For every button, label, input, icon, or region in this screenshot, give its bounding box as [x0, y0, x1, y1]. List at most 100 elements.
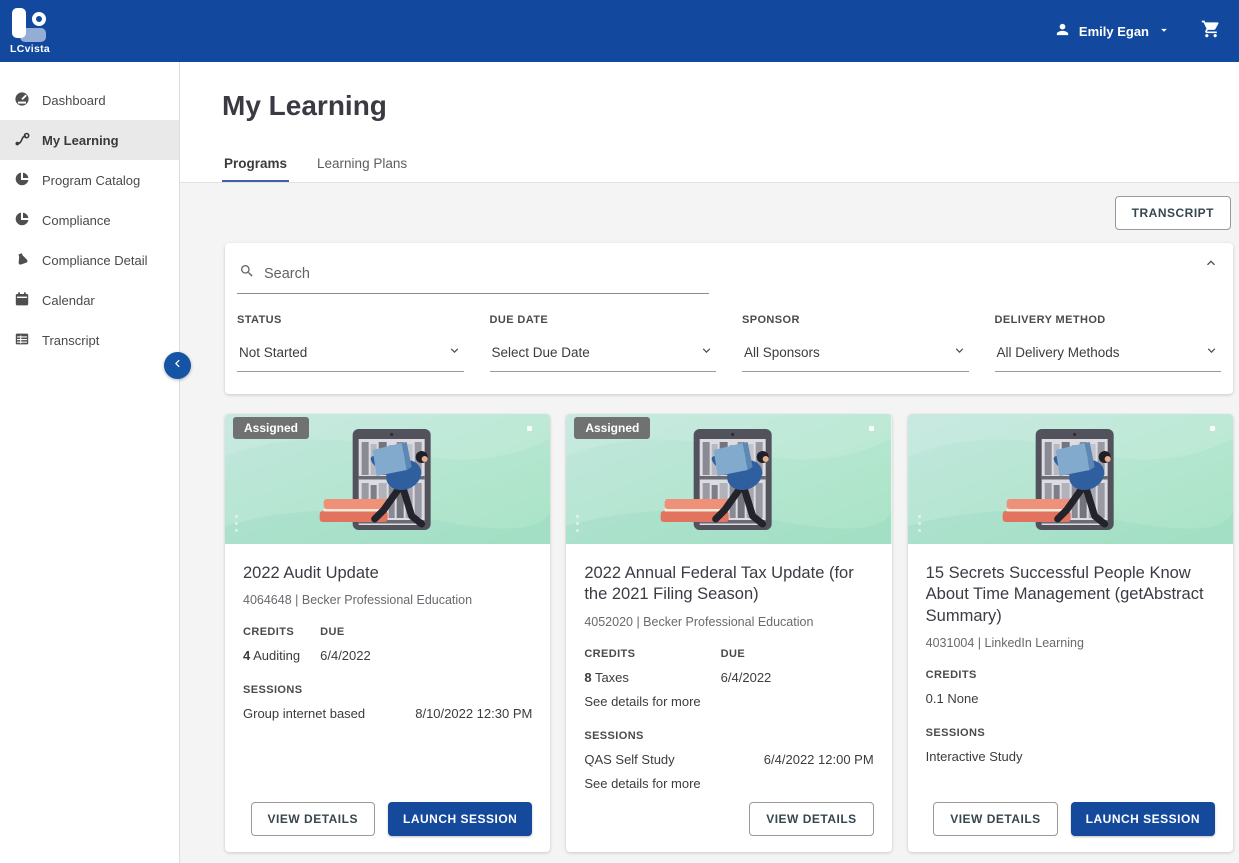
compliance-icon [14, 211, 30, 230]
sidebar-item-label: Compliance Detail [42, 253, 148, 268]
search-input[interactable] [264, 266, 707, 282]
sidebar-item-program-catalog[interactable]: Program Catalog [0, 160, 179, 200]
assigned-badge: Assigned [574, 417, 650, 439]
sidebar-item-calendar[interactable]: Calendar [0, 280, 179, 320]
course-card-grid: Assigned 2022 Audit Update 4064648 | Bec… [225, 414, 1233, 852]
due-value: 6/4/2022 [721, 670, 772, 685]
decorative-dots [918, 515, 921, 532]
credits-label: CREDITS [243, 626, 300, 638]
sessions-section: SESSIONS Interactive Study [926, 727, 1215, 764]
sidebar-item-my-learning[interactable]: My Learning [0, 120, 179, 160]
delivery-method-select[interactable]: All Delivery Methods [995, 341, 1222, 372]
user-icon [1054, 21, 1071, 41]
filter-collapse-button[interactable] [1203, 255, 1219, 276]
sessions-section: SESSIONS QAS Self Study 6/4/2022 12:00 P… [584, 730, 873, 791]
sidebar-item-label: Program Catalog [42, 173, 140, 188]
sessions-section: SESSIONS Group internet based 8/10/2022 … [243, 684, 532, 721]
chevron-left-icon [170, 356, 185, 376]
sidebar-item-compliance-detail[interactable]: Compliance Detail [0, 240, 179, 280]
launch-session-button[interactable]: LAUNCH SESSION [388, 802, 532, 836]
session-time: 6/4/2022 12:00 PM [764, 752, 874, 767]
lcvista-logo-text: LCvista [10, 43, 50, 55]
credits-section: CREDITS 0.1 None [926, 669, 979, 706]
sidebar-item-dashboard[interactable]: Dashboard [0, 80, 179, 120]
course-card: Assigned 2022 Annual Federal Tax Update … [566, 414, 891, 852]
credits-type: Auditing [253, 648, 300, 663]
top-bar: LCvista Emily Egan [0, 0, 1239, 62]
search-field[interactable] [237, 259, 709, 294]
card-corner-dot [869, 426, 874, 431]
sidebar-item-label: Compliance [42, 213, 111, 228]
credits-value: 4 [243, 648, 250, 663]
sessions-label: SESSIONS [926, 727, 1215, 739]
course-meta: 4064648 | Becker Professional Education [243, 593, 532, 607]
page-title: My Learning [222, 90, 1239, 122]
filter-delivery-method: DELIVERY METHOD All Delivery Methods [995, 314, 1222, 372]
decorative-dots [576, 515, 579, 532]
view-details-button[interactable]: VIEW DETAILS [933, 802, 1057, 836]
credits-label: CREDITS [584, 648, 700, 660]
due-date-select[interactable]: Select Due Date [490, 341, 717, 372]
session-name: QAS Self Study [584, 752, 674, 767]
credits-value: 8 [584, 670, 591, 685]
course-image: Assigned [566, 414, 891, 544]
sidebar: Dashboard My Learning Program Catalog Co… [0, 62, 180, 863]
credits-see-more: See details for more [584, 694, 700, 709]
dashboard-icon [14, 91, 30, 110]
due-value: 6/4/2022 [320, 648, 371, 663]
session-time: 8/10/2022 12:30 PM [415, 706, 532, 721]
credits-type: Taxes [595, 670, 629, 685]
filter-due-date: DUE DATE Select Due Date [490, 314, 717, 372]
status-select-value: Not Started [239, 345, 307, 360]
main-content: My Learning Programs Learning Plans TRAN… [180, 62, 1239, 863]
lcvista-logo[interactable]: LCvista [10, 8, 52, 55]
status-select[interactable]: Not Started [237, 341, 464, 372]
tab-learning-plans[interactable]: Learning Plans [315, 146, 409, 182]
chevron-down-icon [699, 343, 714, 361]
filter-label: DELIVERY METHOD [995, 314, 1222, 326]
sidebar-item-transcript[interactable]: Transcript [0, 320, 179, 360]
sidebar-item-compliance[interactable]: Compliance [0, 200, 179, 240]
cart-button[interactable] [1201, 19, 1221, 44]
page-header: My Learning Programs Learning Plans [180, 62, 1239, 183]
filter-label: DUE DATE [490, 314, 717, 326]
due-date-select-value: Select Due Date [492, 345, 590, 360]
chevron-down-icon [1204, 343, 1219, 361]
course-meta: 4031004 | LinkedIn Learning [926, 636, 1215, 650]
sessions-label: SESSIONS [584, 730, 873, 742]
filter-label: SPONSOR [742, 314, 969, 326]
launch-session-button[interactable]: LAUNCH SESSION [1071, 802, 1215, 836]
sponsor-select-value: All Sponsors [744, 345, 820, 360]
course-title: 2022 Audit Update [243, 563, 532, 584]
credits-value: 0.1 [926, 691, 944, 706]
content-area: TRANSCRIPT STATUS Not Started [180, 183, 1239, 863]
card-corner-dot [1210, 426, 1215, 431]
due-section: DUE 6/4/2022 [721, 648, 772, 685]
course-image: Assigned [225, 414, 550, 544]
due-label: DUE [721, 648, 772, 660]
search-icon [239, 263, 255, 284]
sponsor-select[interactable]: All Sponsors [742, 341, 969, 372]
user-menu[interactable]: Emily Egan [1054, 21, 1171, 41]
my-learning-icon [14, 131, 30, 150]
assigned-badge: Assigned [233, 417, 309, 439]
view-details-button[interactable]: VIEW DETAILS [251, 802, 375, 836]
cart-icon [1201, 19, 1221, 44]
due-label: DUE [320, 626, 371, 638]
sidebar-item-label: Dashboard [42, 93, 106, 108]
caret-down-icon [1157, 23, 1171, 40]
course-image [908, 414, 1233, 544]
lcvista-logo-icon [10, 8, 52, 42]
view-details-button[interactable]: VIEW DETAILS [749, 802, 873, 836]
tab-programs[interactable]: Programs [222, 146, 289, 182]
filter-status: STATUS Not Started [237, 314, 464, 372]
filter-sponsor: SPONSOR All Sponsors [742, 314, 969, 372]
sessions-label: SESSIONS [243, 684, 532, 696]
chevron-down-icon [952, 343, 967, 361]
filter-label: STATUS [237, 314, 464, 326]
user-name: Emily Egan [1079, 24, 1149, 39]
sidebar-collapse-button[interactable] [164, 352, 191, 379]
tab-bar: Programs Learning Plans [222, 146, 1239, 182]
transcript-button[interactable]: TRANSCRIPT [1115, 196, 1231, 230]
course-title: 15 Secrets Successful People Know About … [926, 563, 1215, 627]
